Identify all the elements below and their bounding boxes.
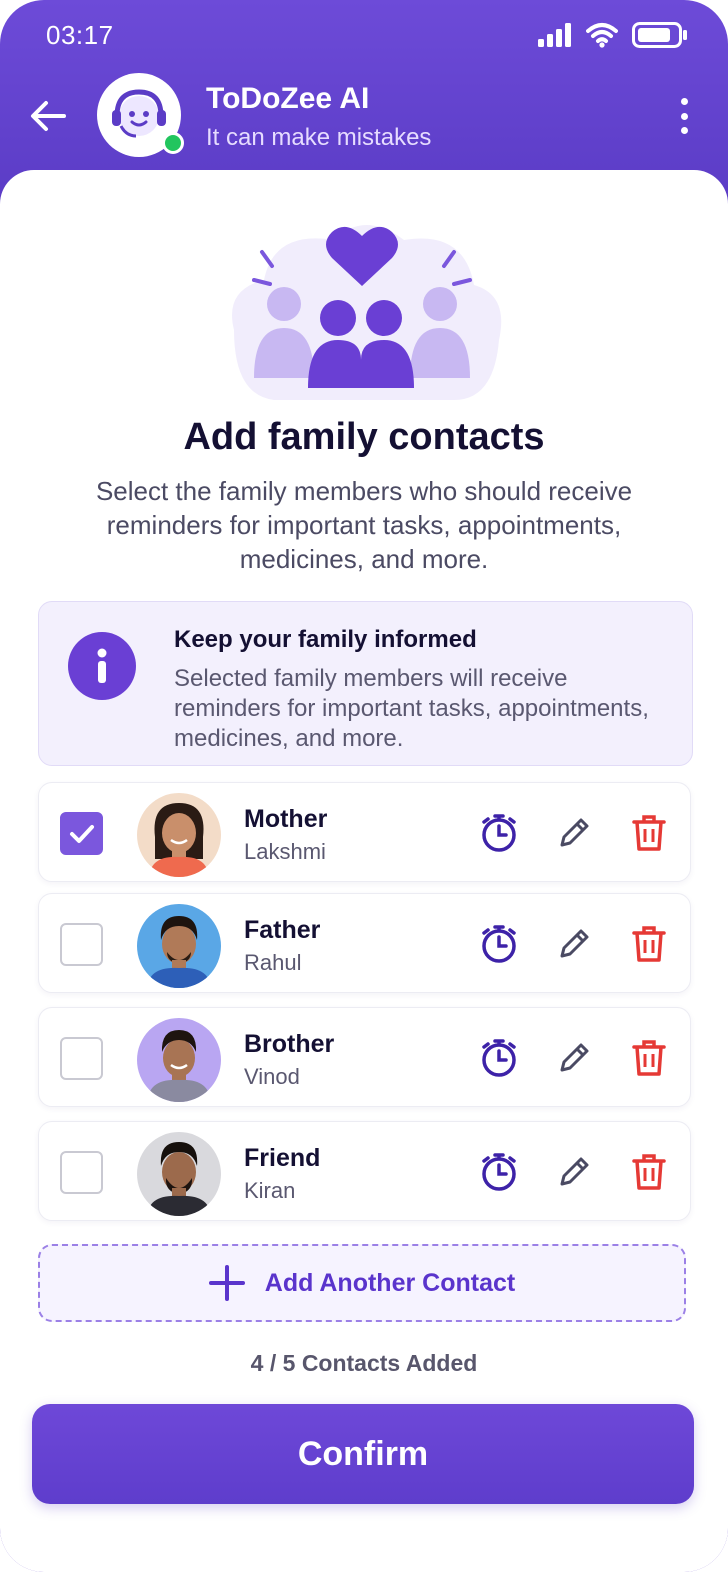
contact-avatar xyxy=(137,793,221,877)
trash-icon xyxy=(632,815,666,851)
contact-name: Lakshmi xyxy=(244,839,326,864)
contact-relation: Brother xyxy=(244,1030,335,1058)
timer-icon xyxy=(482,814,516,852)
phone-screen: 03:17 ToDoZee AI It can make mistakes Ad… xyxy=(0,0,728,1572)
contact-relation: Father xyxy=(244,916,321,944)
contact-name: Vinod xyxy=(244,1064,300,1089)
more-menu-button[interactable] xyxy=(670,96,698,136)
page-title: Add family contacts xyxy=(183,416,545,458)
family-illustration xyxy=(214,200,514,400)
pencil-icon xyxy=(560,929,589,958)
page-subtitle: Select the family members who should rec… xyxy=(95,476,633,574)
status-time: 03:17 xyxy=(46,20,114,50)
contact-avatar xyxy=(137,1132,221,1216)
wifi-icon xyxy=(586,22,618,53)
contact-name: Kiran xyxy=(244,1178,296,1203)
info-title: Keep your family informed xyxy=(174,626,477,653)
content-sheet: Add family contacts Select the family me… xyxy=(0,170,728,1572)
trash-icon xyxy=(632,926,666,962)
trash-icon xyxy=(632,1040,666,1076)
add-contact-button[interactable]: Add Another Contact xyxy=(38,1244,686,1322)
edit-button[interactable] xyxy=(554,1038,594,1078)
header-title: ToDoZee AI xyxy=(206,82,370,115)
delete-button[interactable] xyxy=(629,924,669,964)
contact-row-friend[interactable]: Friend Kiran xyxy=(38,1121,691,1221)
reminder-button[interactable] xyxy=(479,924,519,964)
contact-relation: Mother xyxy=(244,805,328,833)
checkmark-icon xyxy=(69,824,94,843)
contact-checkbox[interactable] xyxy=(60,812,103,855)
contact-relation: Friend xyxy=(244,1144,321,1172)
info-card: Keep your family informed Selected famil… xyxy=(38,601,693,766)
more-dot xyxy=(680,98,688,105)
battery-icon xyxy=(632,22,688,53)
back-arrow-icon xyxy=(31,101,66,131)
timer-icon xyxy=(482,1153,516,1191)
contact-name: Rahul xyxy=(244,950,302,975)
timer-icon xyxy=(482,925,516,963)
contact-row-brother[interactable]: Brother Vinod xyxy=(38,1007,691,1107)
add-contact-label: Add Another Contact xyxy=(264,1268,516,1297)
reminder-button[interactable] xyxy=(479,1152,519,1192)
pencil-icon xyxy=(560,1043,589,1072)
contact-avatar xyxy=(137,904,221,988)
more-dot xyxy=(680,112,688,120)
edit-button[interactable] xyxy=(554,924,594,964)
online-status-dot xyxy=(162,132,184,154)
contacts-count: 4 / 5 Contacts Added xyxy=(250,1350,478,1376)
family-heart-icon xyxy=(232,225,502,400)
edit-button[interactable] xyxy=(554,1152,594,1192)
info-text: Selected family members will receive rem… xyxy=(174,665,649,752)
delete-button[interactable] xyxy=(629,1152,669,1192)
back-button[interactable] xyxy=(26,94,70,138)
trash-icon xyxy=(632,1154,666,1190)
pencil-icon xyxy=(560,1157,589,1186)
confirm-button[interactable]: Confirm xyxy=(32,1404,694,1504)
info-icon xyxy=(68,632,136,700)
chat-header: ToDoZee AI It can make mistakes xyxy=(0,72,728,182)
signal-icon xyxy=(538,23,572,52)
delete-button[interactable] xyxy=(629,813,669,853)
contact-row-father[interactable]: Father Rahul xyxy=(38,893,691,993)
contact-checkbox[interactable] xyxy=(60,1037,103,1080)
more-dot xyxy=(680,127,688,134)
header-subtitle: It can make mistakes xyxy=(206,124,432,151)
timer-icon xyxy=(482,1039,516,1077)
contact-checkbox[interactable] xyxy=(60,923,103,966)
contact-row-mother[interactable]: Mother Lakshmi xyxy=(38,782,691,882)
pencil-icon xyxy=(560,818,589,847)
delete-button[interactable] xyxy=(629,1038,669,1078)
reminder-button[interactable] xyxy=(479,813,519,853)
edit-button[interactable] xyxy=(554,813,594,853)
status-bar: 03:17 xyxy=(0,0,728,72)
contact-avatar xyxy=(137,1018,221,1102)
contact-checkbox[interactable] xyxy=(60,1151,103,1194)
status-icons xyxy=(538,22,688,53)
reminder-button[interactable] xyxy=(479,1038,519,1078)
plus-icon xyxy=(208,1265,245,1301)
